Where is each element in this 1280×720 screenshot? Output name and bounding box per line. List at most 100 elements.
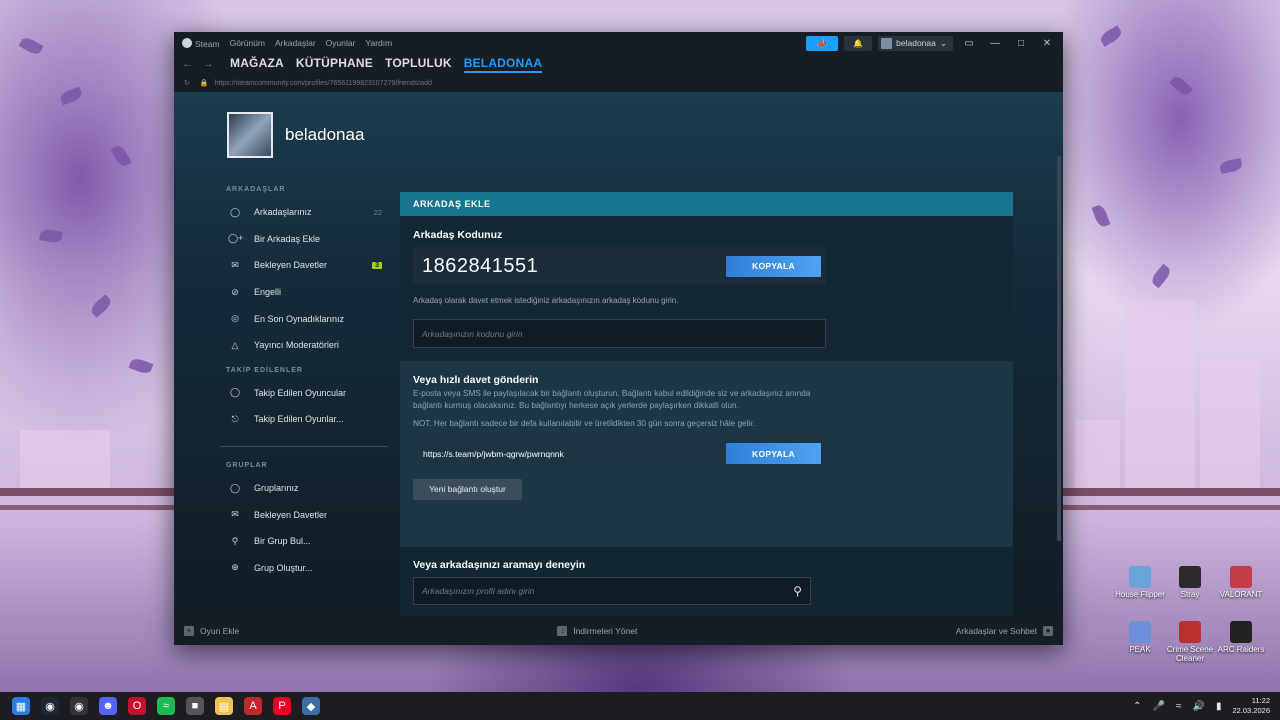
sidebar-item-label: Arkadaşlarınız [254, 207, 312, 218]
main-tabs: MAĞAZA KÜTÜPHANE TOPLULUK BELADONAA [230, 56, 543, 73]
microphone-icon[interactable]: 🎤 [1153, 701, 1165, 712]
wallpaper-leaf [1149, 263, 1173, 289]
steam-taskbar-icon[interactable]: ◉ [41, 697, 59, 715]
steam-window: Steam Görünüm Arkadaşlar Oyunlar Yardım … [174, 32, 1063, 645]
plus-icon: + [184, 625, 194, 636]
clock-time: 11:22 [1251, 696, 1270, 705]
big-picture-icon[interactable]: ▭ [959, 38, 979, 49]
desktop-icon-arc-raiders[interactable]: ARC Raiders [1213, 621, 1269, 654]
valorant-icon [1230, 566, 1252, 588]
back-arrow-icon[interactable]: ← [182, 58, 193, 70]
sidebar-item-followed-players[interactable]: ◯ Takip Edilen Oyuncular [220, 380, 388, 407]
app-taskbar-icon[interactable]: ■ [186, 697, 204, 715]
tab-profile[interactable]: BELADONAA [463, 56, 543, 73]
invite-link[interactable]: https://s.team/p/jwbm-qgrw/pwrnqnnk [423, 449, 564, 459]
notifications-button[interactable]: 🔔 [844, 35, 873, 51]
announcements-button[interactable]: 📣 [806, 35, 839, 51]
discord-taskbar-icon[interactable]: ☻ [99, 697, 117, 715]
menu-view[interactable]: Görünüm [230, 38, 265, 48]
clock[interactable]: 11:22 22.03.2026 [1232, 696, 1270, 716]
profile-avatar[interactable] [227, 112, 273, 158]
sidebar-item-pending-invites[interactable]: ✉ Bekleyen Davetler 3 [220, 252, 388, 279]
sidebar-item-followed-games[interactable]: ⎋ Takip Edilen Oyunlar... [220, 406, 388, 433]
menu-steam[interactable]: Steam [182, 37, 220, 49]
menu-games[interactable]: Oyunlar [326, 38, 356, 48]
sidebar-item-broadcast-moderators[interactable]: △ Yayıncı Moderatörleri [220, 332, 388, 359]
manage-downloads-button[interactable]: ↓ İndirmeleri Yönet [557, 625, 638, 636]
search-icon[interactable]: ⚲ [793, 584, 802, 598]
obs-taskbar-icon[interactable]: ◉ [70, 697, 88, 715]
sidebar-item-add-friend[interactable]: ◯+ Bir Arkadaş Ekle [220, 226, 388, 253]
desktop-icon-valorant[interactable]: VALORANT [1213, 566, 1269, 599]
wifi-icon[interactable]: ≈ [1176, 701, 1182, 712]
file-explorer-taskbar-icon[interactable]: ▤ [215, 697, 233, 715]
sidebar-item-your-groups[interactable]: ◯ Gruplarınız [220, 475, 388, 502]
sidebar-item-recently-played[interactable]: ◎ En Son Oynadıklarınız [220, 305, 388, 332]
desktop-icon-label: House Flipper [1115, 590, 1165, 599]
add-game-button[interactable]: + Oyun Ekle [184, 625, 239, 636]
tab-store[interactable]: MAĞAZA [230, 56, 284, 73]
windows-start-icon[interactable]: ▦ [12, 697, 30, 715]
menu-help[interactable]: Yardım [365, 38, 392, 48]
menu-friends[interactable]: Arkadaşlar [275, 38, 316, 48]
new-link-button[interactable]: Yeni bağlantı oluştur [413, 478, 522, 500]
panel-header: ARKADAŞ EKLE [400, 192, 1013, 216]
adobe-taskbar-icon[interactable]: A [244, 697, 262, 715]
sidebar-item-create-group[interactable]: ⊕ Grup Oluştur... [220, 555, 388, 582]
chevron-up-icon[interactable]: ⌃ [1133, 701, 1141, 712]
tab-library[interactable]: KÜTÜPHANE [296, 56, 373, 73]
account-menu-button[interactable]: beladonaa ⌄ [878, 35, 953, 51]
wallpaper-building [20, 430, 110, 490]
battery-icon[interactable]: ▮ [1216, 701, 1222, 712]
desktop-icon-stray[interactable]: Stray [1162, 566, 1218, 599]
copy-code-button[interactable]: KOPYALA [726, 255, 821, 277]
forward-arrow-icon[interactable]: → [203, 58, 214, 70]
maximize-button[interactable]: □ [1011, 38, 1031, 49]
sidebar-item-your-friends[interactable]: ◯ Arkadaşlarınız 22 [220, 199, 388, 226]
scrollbar[interactable] [1057, 156, 1061, 541]
bottom-bar: + Oyun Ekle ↓ İndirmeleri Yönet Arkadaşl… [174, 616, 1063, 645]
spotify-taskbar-icon[interactable]: ≈ [157, 697, 175, 715]
friend-code-input[interactable]: Arkadaşınızın kodunu girin [413, 319, 826, 348]
chevron-down-icon: ⌄ [939, 37, 947, 48]
page-content: beladonaa ARKADAŞLAR ◯ Arkadaşlarınız 22… [174, 92, 1063, 616]
minimize-button[interactable]: — [985, 38, 1005, 49]
pending-badge: 3 [372, 261, 382, 269]
refresh-icon[interactable]: ↻ [184, 79, 190, 87]
pinterest-taskbar-icon[interactable]: P [273, 697, 291, 715]
friends-chat-button[interactable]: Arkadaşlar ve Sohbet ● [956, 625, 1053, 636]
desktop-icon-house-flipper[interactable]: House Flipper [1112, 566, 1168, 599]
title-bar: Steam Görünüm Arkadaşlar Oyunlar Yardım … [174, 32, 1063, 54]
wallpaper-leaf [1168, 73, 1194, 99]
tab-community[interactable]: TOPLULUK [385, 56, 452, 73]
opera-taskbar-icon[interactable]: O [128, 697, 146, 715]
lock-icon: 🔒 [199, 80, 209, 87]
url-text[interactable]: https://steamcommunity.com/profiles/7656… [215, 80, 432, 87]
sidebar-item-group-invites[interactable]: ✉ Bekleyen Davetler [220, 501, 388, 528]
groups-icon: ◯ [229, 482, 241, 493]
title-bar-controls: 📣 🔔 beladonaa ⌄ ▭ — □ ✕ [806, 35, 1063, 51]
close-button[interactable]: ✕ [1037, 38, 1057, 49]
volume-icon[interactable]: 🔊 [1192, 701, 1204, 712]
url-bar: ↻ 🔒 https://steamcommunity.com/profiles/… [174, 74, 1063, 92]
sidebar-item-label: Engelli [254, 287, 282, 298]
sidebar-item-label: Bekleyen Davetler [254, 260, 328, 271]
account-name: beladonaa [896, 38, 936, 48]
desktop-icon-peak[interactable]: PEAK [1112, 621, 1168, 654]
profile-name[interactable]: beladonaa [285, 125, 364, 145]
manage-downloads-label: İndirmeleri Yönet [573, 625, 638, 636]
crime-scene-cleaner-icon [1179, 621, 1201, 643]
envelope-icon: ✉ [231, 259, 239, 270]
sidebar-heading-friends: ARKADAŞLAR [226, 186, 286, 193]
sidebar-item-find-group[interactable]: ⚲ Bir Grup Bul... [220, 528, 388, 555]
quick-invite-note: NOT: Her bağlantı sadece bir defa kullan… [413, 419, 755, 429]
sidebar-item-blocked[interactable]: ⊘ Engelli [220, 279, 388, 306]
desktop-icon-crime-scene-cleaner[interactable]: Crime Scene Cleaner [1162, 621, 1218, 663]
arc-raiders-icon [1230, 621, 1252, 643]
profile-search-input[interactable]: Arkadaşınızın profil adını girin ⚲ [413, 577, 811, 605]
app2-taskbar-icon[interactable]: ◆ [302, 697, 320, 715]
quick-invite-section: Veya hızlı davet gönderin E-posta veya S… [400, 361, 1013, 547]
taskbar: ▦ ◉ ◉ ☻ O ≈ ■ ▤ A P ◆ ⌃ 🎤 ≈ 🔊 ▮ 11:22 22… [0, 692, 1280, 720]
wallpaper-leaf [1098, 25, 1124, 47]
copy-link-button[interactable]: KOPYALA [726, 443, 821, 465]
